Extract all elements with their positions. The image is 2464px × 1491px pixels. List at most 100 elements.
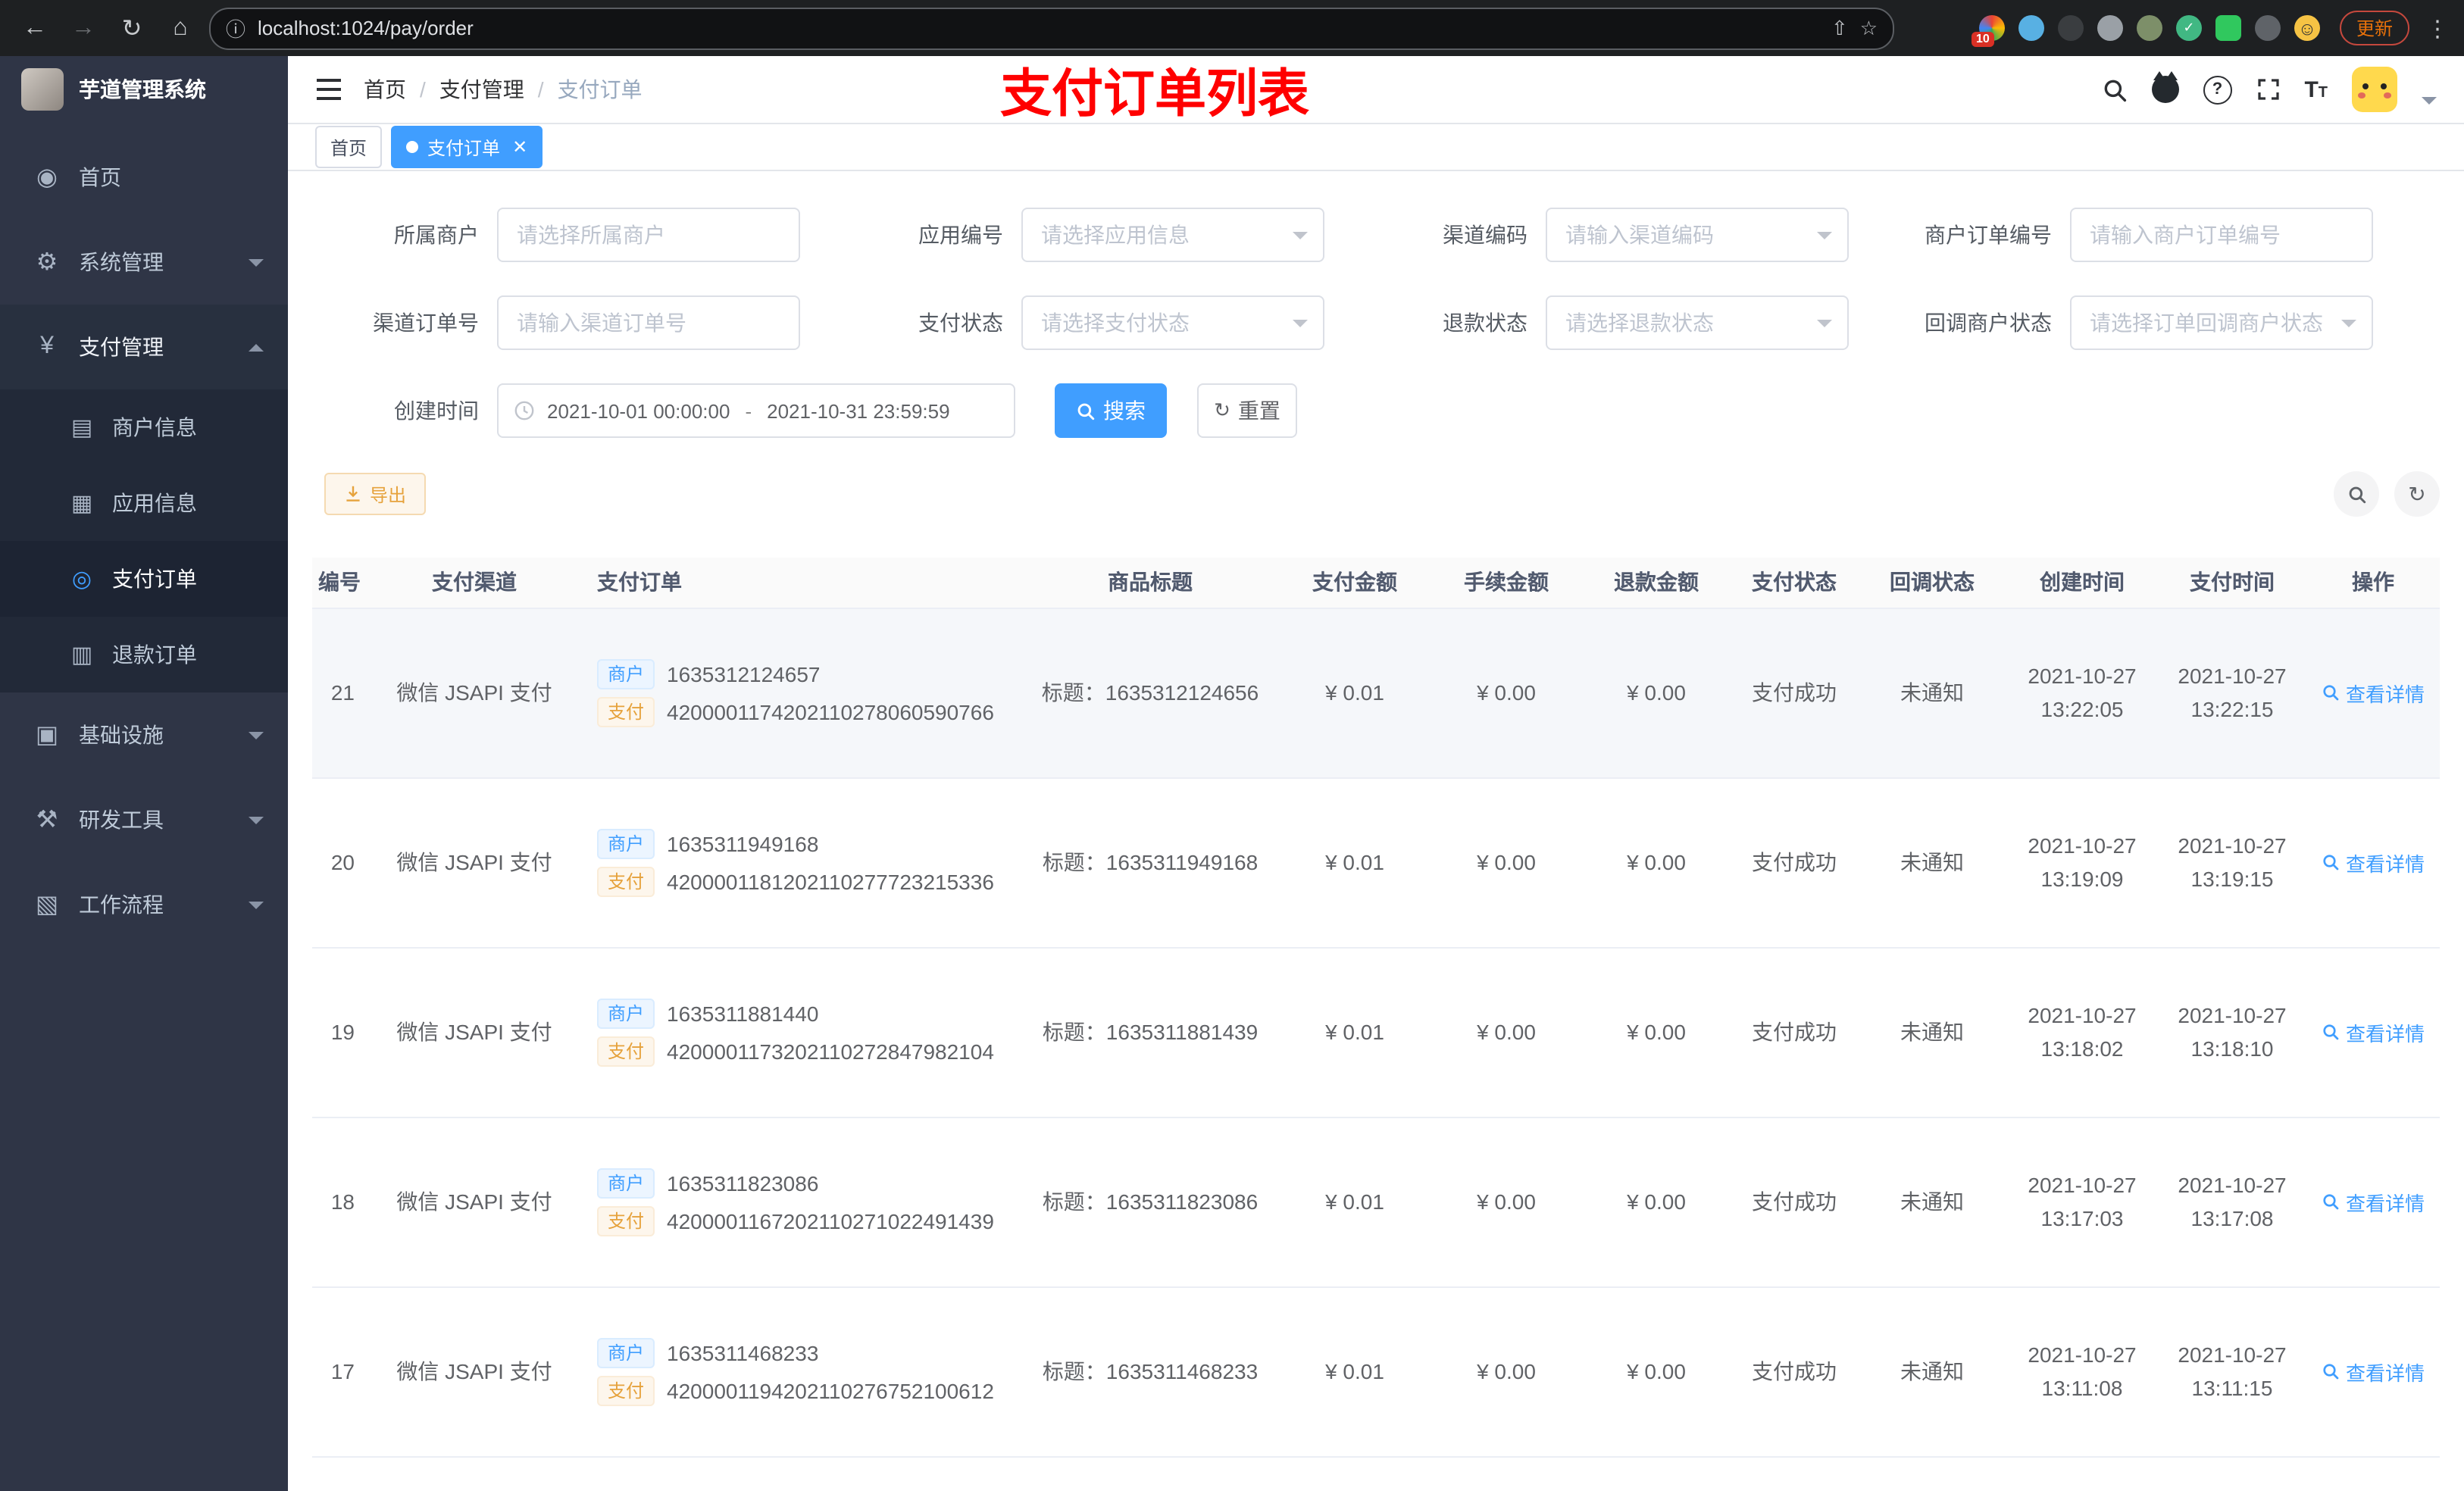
share-icon[interactable]: ⇧ [1831,16,1848,40]
extension-dark-icon[interactable] [2057,15,2084,41]
extension-gray-icon[interactable] [2097,15,2123,41]
sidebar-logo[interactable]: 芋道管理系统 [0,56,288,123]
filter-item: 创建时间 2021-10-01 00:00:00 - 2021-10-31 23… [312,383,1015,438]
sidebar-item-home[interactable]: ◉ 首页 [0,135,288,220]
browser-update-button[interactable]: 更新 [2339,11,2409,45]
filter-item: 所属商户 [312,208,800,262]
url-bar[interactable]: ⓘ localhost:1024/pay/order ⇧ ☆ [209,7,1894,49]
extension-smiley-icon[interactable]: ☺ [2294,15,2320,41]
channel-code-select[interactable] [1546,208,1849,262]
merchant-order-no-input[interactable] [2070,208,2373,262]
sidebar-item-devtools[interactable]: ⚒ 研发工具 [0,777,288,862]
pay-tag: 支付 [597,1375,655,1405]
app-no-select-input[interactable] [1041,223,1305,247]
extension-chat-icon[interactable] [2215,15,2241,41]
fullscreen-icon[interactable] [2256,77,2280,102]
sidebar-item-infra[interactable]: ▣ 基础设施 [0,692,288,777]
tab-pay-order[interactable]: 支付订单 ✕ [391,126,543,168]
channel-code-input[interactable] [1565,223,1829,247]
pay-channel: 微信 JSAPI 支付 [364,777,585,948]
product-title: 标题：1635311881439 [1021,947,1279,1117]
extension-drop-icon[interactable] [2018,15,2044,41]
date-separator: - [745,399,752,422]
chevron-up-icon [249,343,264,351]
breadcrumb-payment[interactable]: 支付管理 [439,74,524,105]
toggle-search-button[interactable] [2334,471,2379,517]
browser-menu-icon[interactable]: ⋮ [2426,14,2449,42]
pay-order-no: 4200001174202110278060590766 [667,699,994,724]
sidebar-item-app-info[interactable]: ▦ 应用信息 [0,465,288,541]
refresh-table-button[interactable]: ↻ [2394,471,2440,517]
breadcrumb-home[interactable]: 首页 [364,74,406,105]
refund-status-input[interactable] [1565,311,1829,335]
extension-pin-icon[interactable] [2254,15,2281,41]
close-icon[interactable]: ✕ [512,136,527,158]
merchant-select-input[interactable] [517,223,780,247]
pay-status-select[interactable] [1021,295,1324,350]
create-time-range-picker[interactable]: 2021-10-01 00:00:00 - 2021-10-31 23:59:5… [497,383,1015,438]
app-no-select[interactable] [1021,208,1324,262]
merchant-tag: 商户 [597,658,655,689]
github-icon[interactable] [2151,71,2179,103]
product-title: 标题：1635311468233 [1021,1286,1279,1457]
filter-item: 回调商户状态 [1885,295,2373,350]
screen: ← → ↻ ⌂ ⓘ localhost:1024/pay/order ⇧ ☆ 1… [0,0,2464,1491]
merchant-order-no: 1635311468233 [667,1340,819,1364]
date-start[interactable]: 2021-10-01 00:00:00 [547,399,730,422]
filter-item: 商户订单编号 [1885,208,2373,262]
col-pay-time: 支付时间 [2158,558,2306,608]
pay-amount: ¥ 0.01 [1279,1286,1431,1457]
sidebar-item-payment[interactable]: ¥ 支付管理 [0,305,288,389]
export-button[interactable]: 导出 [324,473,427,515]
merchant-tag: 商户 [597,998,655,1028]
pay-tag: 支付 [597,696,655,727]
reset-button[interactable]: ↻ 重置 [1197,383,1297,438]
forward-icon[interactable]: → [64,8,103,48]
sidebar-item-workflow[interactable]: ▧ 工作流程 [0,862,288,947]
merchant-select[interactable] [497,208,800,262]
refund-status-select[interactable] [1546,295,1849,350]
notify-status-input[interactable] [2090,311,2353,335]
sidebar-item-system[interactable]: ⚙ 系统管理 [0,220,288,305]
avatar[interactable] [2352,67,2397,112]
search-icon[interactable] [2101,77,2127,102]
view-detail-link[interactable]: 查看详情 [2322,1187,2425,1216]
view-detail-link[interactable]: 查看详情 [2322,1017,2425,1046]
pay-order-cell: 商户 1635311468233 支付 42000011942021102767… [585,1286,1021,1457]
channel-order-no-field[interactable] [517,311,780,335]
notify-status-select[interactable] [2070,295,2373,350]
tab-home[interactable]: 首页 [315,126,383,168]
collapse-menu-icon[interactable] [315,77,342,102]
notify-status: 未通知 [1858,947,2006,1117]
pay-status-input[interactable] [1041,311,1305,335]
help-icon[interactable]: ? [2203,75,2232,104]
font-size-icon[interactable]: TT [2304,78,2328,101]
sidebar-item-pay-order[interactable]: ◎ 支付订单 [0,541,288,617]
extension-olive-icon[interactable] [2136,15,2162,41]
view-detail-link[interactable]: 查看详情 [2322,678,2425,707]
sidebar-item-merchant-info[interactable]: ▤ 商户信息 [0,389,288,465]
back-icon[interactable]: ← [15,8,55,48]
date-end[interactable]: 2021-10-31 23:59:59 [767,399,949,422]
site-info-icon[interactable]: ⓘ [226,14,245,42]
extension-check-icon[interactable]: ✓ [2175,15,2202,41]
sidebar-item-label: 首页 [79,165,121,189]
channel-order-no-input[interactable] [497,295,800,350]
browser-extensions: 10 ✓ ☺ 更新 ⋮ [1921,11,2449,47]
home-icon[interactable]: ⌂ [161,8,200,48]
clock-icon [514,401,534,420]
notify-status: 未通知 [1858,1117,2006,1287]
url-text[interactable]: localhost:1024/pay/order [258,17,1819,39]
merchant-order-no: 1635311823086 [667,1171,819,1195]
view-detail-link[interactable]: 查看详情 [2322,848,2425,877]
search-button[interactable]: 搜索 [1055,383,1167,438]
merchant-order-no-field[interactable] [2090,223,2353,247]
user-menu-caret-icon[interactable] [2422,96,2437,104]
view-detail-link[interactable]: 查看详情 [2322,1357,2425,1386]
sidebar-item-label: 商户信息 [112,415,197,439]
sidebar-item-refund-order[interactable]: ▥ 退款订单 [0,617,288,692]
reload-icon[interactable]: ↻ [112,8,152,48]
pay-order-no: 4200001181202110277723215336 [667,869,994,893]
bookmark-star-icon[interactable]: ☆ [1860,16,1878,40]
extension-colorful-icon[interactable]: 10 [1971,15,2005,47]
